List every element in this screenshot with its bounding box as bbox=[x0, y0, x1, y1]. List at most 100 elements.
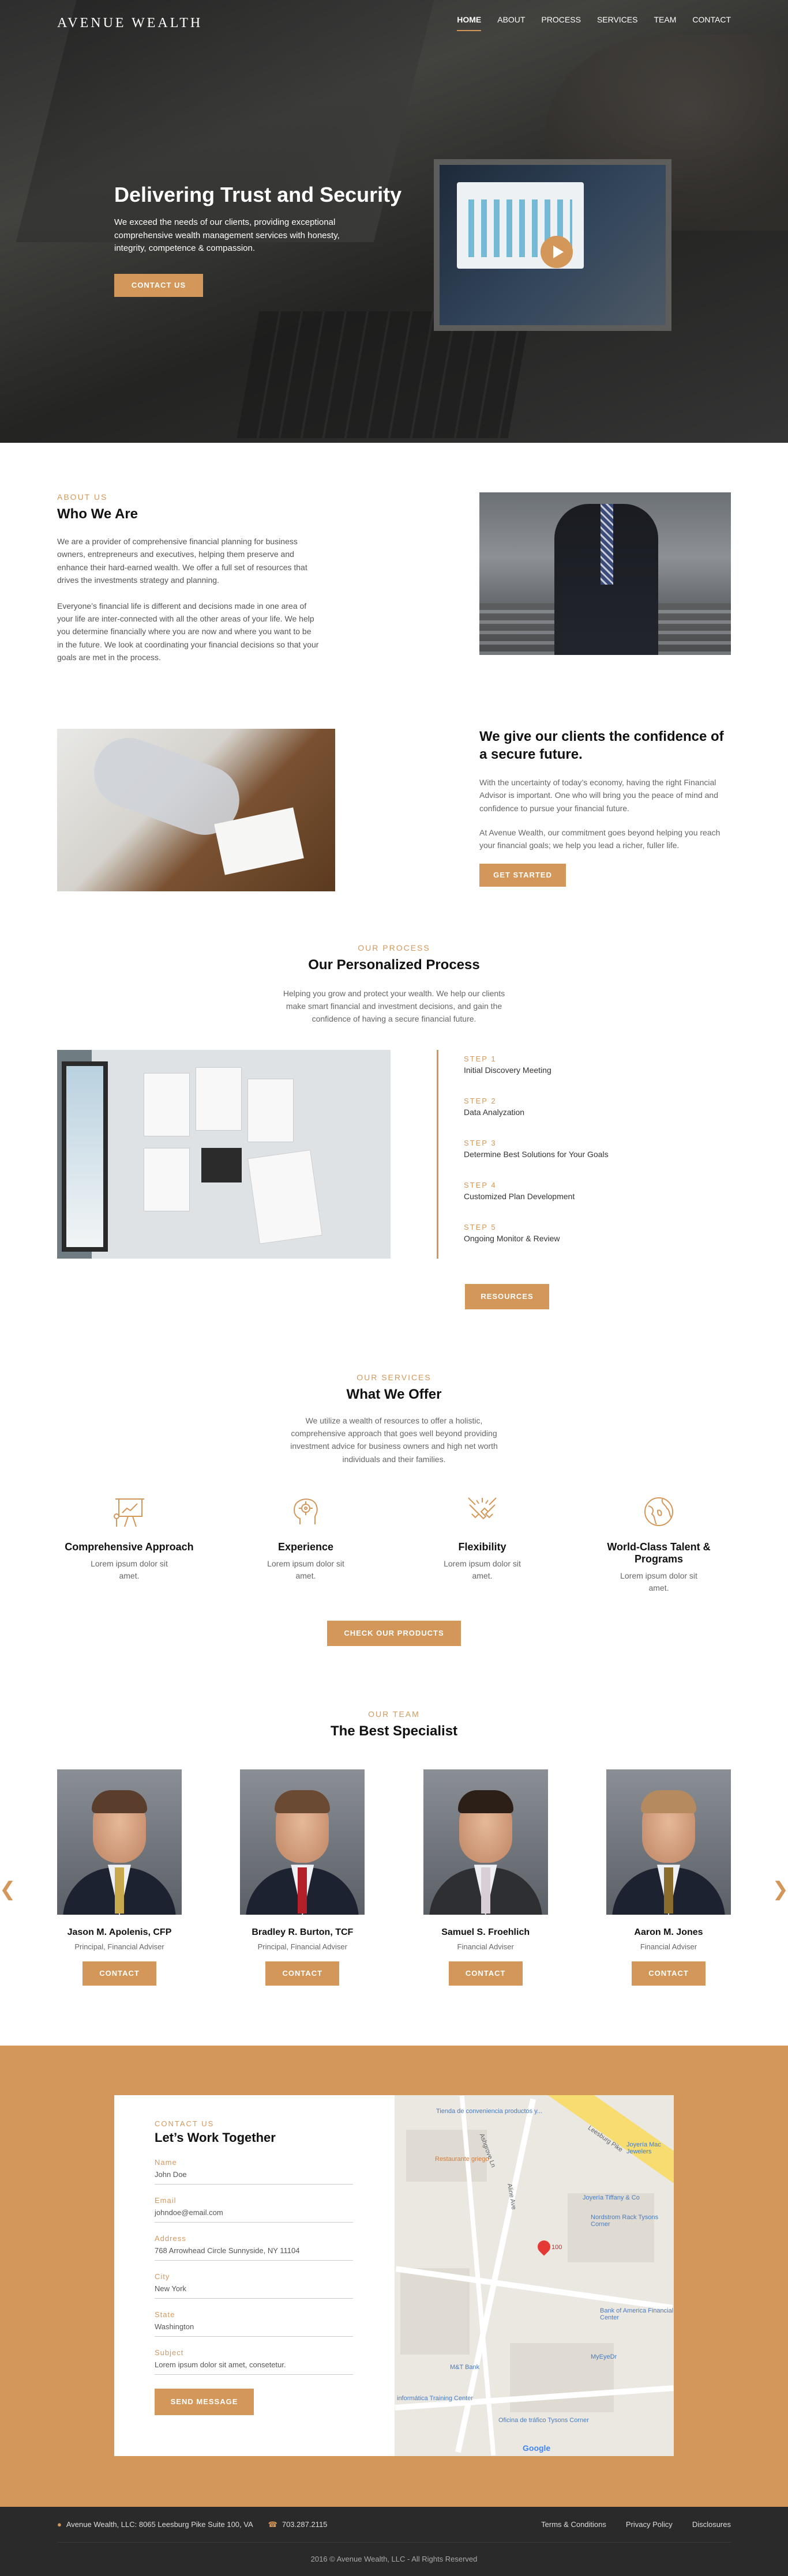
subject-input[interactable]: Lorem ipsum dolor sit amet, consetetur. bbox=[155, 2357, 353, 2375]
about-section: ABOUT US Who We Are We are a provider of… bbox=[0, 443, 788, 891]
nav-process[interactable]: PROCESS bbox=[541, 15, 580, 31]
top-nav: AVENUE WEALTH HOME ABOUT PROCESS SERVICE… bbox=[0, 0, 788, 46]
handshake-icon bbox=[464, 1493, 501, 1530]
name-input[interactable]: John Doe bbox=[155, 2167, 353, 2185]
state-input[interactable]: Washington bbox=[155, 2319, 353, 2337]
contact-member-button[interactable]: CONTACT bbox=[265, 1961, 339, 1986]
email-field[interactable]: Email johndoe@email.com bbox=[155, 2196, 353, 2223]
hero-section: AVENUE WEALTH HOME ABOUT PROCESS SERVICE… bbox=[0, 0, 788, 443]
send-message-button[interactable]: SEND MESSAGE bbox=[155, 2389, 254, 2415]
resources-button[interactable]: RESOURCES bbox=[465, 1284, 549, 1309]
service-comprehensive: Comprehensive Approach Lorem ipsum dolor… bbox=[57, 1493, 201, 1594]
contact-form: CONTACT US Let’s Work Together Name John… bbox=[114, 2095, 395, 2456]
service-experience: Experience Lorem ipsum dolor sit amet. bbox=[234, 1493, 378, 1594]
team-member-3: Samuel S. Froehlich Financial Adviser CO… bbox=[423, 1769, 548, 1986]
footer-phone[interactable]: ☎703.287.2115 bbox=[268, 2520, 328, 2529]
step-3: STEP 3 Determine Best Solutions for Your… bbox=[464, 1139, 609, 1159]
about-paragraph-1: We are a provider of comprehensive finan… bbox=[57, 535, 320, 587]
play-icon[interactable] bbox=[541, 236, 573, 268]
terms-link[interactable]: Terms & Conditions bbox=[541, 2520, 606, 2529]
nav-home[interactable]: HOME bbox=[457, 15, 481, 31]
team-eyebrow: OUR TEAM bbox=[57, 1709, 731, 1719]
portrait-photo bbox=[606, 1769, 731, 1915]
google-logo: Google bbox=[523, 2443, 550, 2453]
signing-photo bbox=[57, 729, 335, 891]
contact-member-button[interactable]: CONTACT bbox=[449, 1961, 523, 1986]
hero-video[interactable] bbox=[434, 159, 671, 331]
contact-us-button[interactable]: CONTACT US bbox=[114, 274, 203, 297]
get-started-button[interactable]: GET STARTED bbox=[479, 864, 566, 887]
footer: ●Avenue Wealth, LLC: 8065 Leesburg Pike … bbox=[0, 2507, 788, 2576]
services-eyebrow: OUR SERVICES bbox=[57, 1373, 731, 1382]
team-title: The Best Specialist bbox=[57, 1723, 731, 1739]
brand-logo[interactable]: AVENUE WEALTH bbox=[57, 16, 202, 31]
step-4: STEP 4 Customized Plan Development bbox=[464, 1181, 609, 1201]
chevron-left-icon[interactable]: ❮ bbox=[0, 1878, 16, 1901]
check-products-button[interactable]: CHECK OUR PRODUCTS bbox=[327, 1621, 461, 1646]
step-1: STEP 1 Initial Discovery Meeting bbox=[464, 1054, 609, 1075]
confidence-block: We give our clients the confidence of a … bbox=[57, 729, 731, 891]
name-field[interactable]: Name John Doe bbox=[155, 2158, 353, 2185]
team-section: OUR TEAM The Best Specialist ❮ Jason M. … bbox=[0, 1646, 788, 1986]
step-2: STEP 2 Data Analyzation bbox=[464, 1097, 609, 1117]
service-world-class: World-Class Talent & Programs Lorem ipsu… bbox=[587, 1493, 731, 1594]
service-flexibility: Flexibility Lorem ipsum dolor sit amet. bbox=[410, 1493, 554, 1594]
contact-member-button[interactable]: CONTACT bbox=[632, 1961, 706, 1986]
whiteboard-photo bbox=[57, 1050, 391, 1259]
main-menu: HOME ABOUT PROCESS SERVICES TEAM CONTACT bbox=[457, 15, 731, 31]
process-text: Helping you grow and protect your wealth… bbox=[273, 987, 515, 1026]
disclosures-link[interactable]: Disclosures bbox=[692, 2520, 731, 2529]
nav-team[interactable]: TEAM bbox=[654, 15, 676, 31]
city-input[interactable]: New York bbox=[155, 2281, 353, 2299]
copyright: 2016 © Avenue Wealth, LLC - All Rights R… bbox=[0, 2543, 788, 2576]
portrait-photo bbox=[240, 1769, 365, 1915]
nav-services[interactable]: SERVICES bbox=[597, 15, 638, 31]
confidence-paragraph-1: With the uncertainty of today’s economy,… bbox=[479, 776, 731, 815]
brain-gear-icon bbox=[287, 1493, 324, 1530]
contact-card: CONTACT US Let’s Work Together Name John… bbox=[114, 2095, 674, 2456]
process-steps: STEP 1 Initial Discovery Meeting STEP 2 … bbox=[437, 1050, 609, 1259]
map-pin-icon[interactable] bbox=[535, 2238, 553, 2256]
city-field[interactable]: City New York bbox=[155, 2272, 353, 2299]
address-input[interactable]: 768 Arrowhead Circle Sunnyside, NY 11104 bbox=[155, 2243, 353, 2261]
location-pin-icon: ● bbox=[57, 2520, 62, 2529]
about-eyebrow: ABOUT US bbox=[57, 492, 320, 502]
location-map[interactable]: Tienda de conveniencia productos y... Re… bbox=[395, 2095, 674, 2456]
process-section: OUR PROCESS Our Personalized Process Hel… bbox=[0, 891, 788, 1309]
subject-field[interactable]: Subject Lorem ipsum dolor sit amet, cons… bbox=[155, 2348, 353, 2375]
phone-icon: ☎ bbox=[268, 2520, 277, 2529]
services-text: We utilize a wealth of resources to offe… bbox=[279, 1414, 509, 1466]
contact-eyebrow: CONTACT US bbox=[155, 2119, 395, 2128]
contact-member-button[interactable]: CONTACT bbox=[82, 1961, 156, 1986]
about-title: Who We Are bbox=[57, 506, 320, 522]
chevron-right-icon[interactable]: ❯ bbox=[772, 1878, 788, 1901]
footer-address: ●Avenue Wealth, LLC: 8065 Leesburg Pike … bbox=[57, 2520, 253, 2529]
process-eyebrow: OUR PROCESS bbox=[57, 943, 731, 952]
portrait-photo bbox=[423, 1769, 548, 1915]
about-paragraph-2: Everyone’s financial life is different a… bbox=[57, 600, 320, 664]
step-5: STEP 5 Ongoing Monitor & Review bbox=[464, 1223, 609, 1243]
team-carousel: ❮ Jason M. Apolenis, CFP Principal, Fina… bbox=[57, 1769, 731, 1986]
nav-contact[interactable]: CONTACT bbox=[692, 15, 731, 31]
team-member-4: Aaron M. Jones Financial Adviser CONTACT bbox=[606, 1769, 731, 1986]
address-field[interactable]: Address 768 Arrowhead Circle Sunnyside, … bbox=[155, 2234, 353, 2261]
globe-icon bbox=[640, 1493, 677, 1530]
hero-content: Delivering Trust and Security We exceed … bbox=[114, 182, 414, 297]
process-title: Our Personalized Process bbox=[57, 957, 731, 973]
portrait-photo bbox=[57, 1769, 182, 1915]
privacy-link[interactable]: Privacy Policy bbox=[626, 2520, 673, 2529]
contact-title: Let’s Work Together bbox=[155, 2130, 395, 2145]
confidence-paragraph-2: At Avenue Wealth, our commitment goes be… bbox=[479, 826, 731, 852]
state-field[interactable]: State Washington bbox=[155, 2310, 353, 2337]
businessman-photo bbox=[479, 492, 731, 655]
hero-text: We exceed the needs of our clients, prov… bbox=[114, 216, 357, 255]
team-member-2: Bradley R. Burton, TCF Principal, Financ… bbox=[240, 1769, 365, 1986]
services-section: OUR SERVICES What We Offer We utilize a … bbox=[0, 1309, 788, 1647]
team-member-1: Jason M. Apolenis, CFP Principal, Financ… bbox=[57, 1769, 182, 1986]
contact-section: CONTACT US Let’s Work Together Name John… bbox=[0, 2046, 788, 2507]
presentation-icon bbox=[111, 1493, 148, 1530]
nav-about[interactable]: ABOUT bbox=[497, 15, 525, 31]
confidence-title: We give our clients the confidence of a … bbox=[479, 728, 731, 763]
hero-title: Delivering Trust and Security bbox=[114, 182, 414, 207]
email-input[interactable]: johndoe@email.com bbox=[155, 2205, 353, 2223]
